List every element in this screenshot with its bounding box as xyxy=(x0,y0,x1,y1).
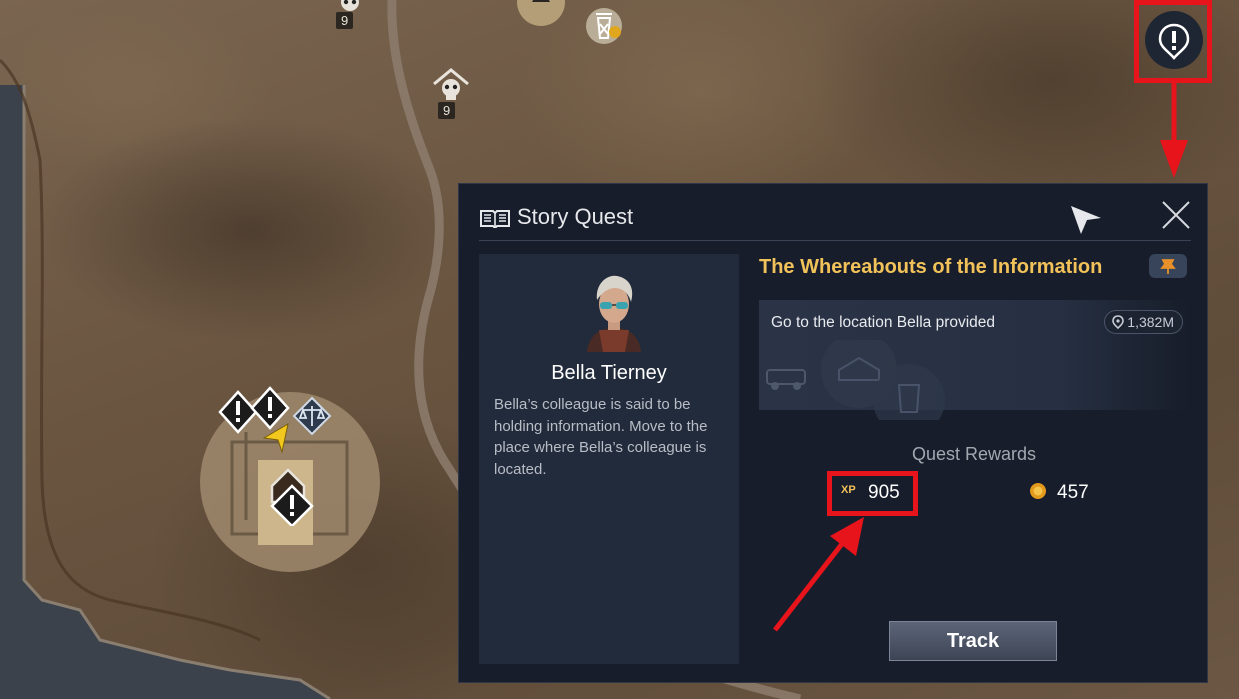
npc-name: Bella Tierney xyxy=(551,362,667,384)
book-icon xyxy=(480,210,510,228)
rewards-title: Quest Rewards xyxy=(911,444,1037,464)
quest-panel: Story Quest Bella Tierney Bella’s collea… xyxy=(458,183,1208,683)
track-button[interactable]: Track xyxy=(889,621,1057,661)
distance-value: 1,382M xyxy=(1127,314,1174,330)
tower-icon xyxy=(517,0,565,26)
watchtower-icon xyxy=(586,8,622,44)
close-button[interactable] xyxy=(1161,200,1191,230)
panel-title: Story Quest xyxy=(517,204,634,229)
distance-badge: 1,382M xyxy=(1104,310,1183,334)
quest-objective: Go to the location Bella provided 1,382M xyxy=(759,300,1189,420)
pin-quest-button[interactable] xyxy=(1149,254,1187,278)
justice-marker[interactable] xyxy=(292,396,332,441)
navigation-arrow-icon[interactable] xyxy=(1069,202,1103,236)
npc-description: Bella’s colleague is said to be holding … xyxy=(494,396,708,478)
annotation-box-alert xyxy=(1134,0,1212,83)
npc-portrait xyxy=(587,275,641,352)
gold-value: 457 xyxy=(1057,482,1089,503)
annotation-box-xp xyxy=(827,471,918,516)
close-icon xyxy=(1162,201,1190,229)
quest-marker-home[interactable] xyxy=(266,464,318,531)
gold-coin-icon xyxy=(1030,483,1046,499)
quest-name: The Whereabouts of the Information xyxy=(759,256,1103,278)
panel-header: Story Quest xyxy=(479,200,1191,241)
home-exclamation-icon xyxy=(270,468,314,528)
marker-level: 9 xyxy=(438,102,456,119)
location-pin-icon xyxy=(1112,315,1125,329)
tower-marker[interactable] xyxy=(514,0,568,31)
pin-icon xyxy=(1160,259,1176,274)
skull-house-icon xyxy=(433,68,469,100)
player-position-arrow xyxy=(262,422,292,459)
scales-icon xyxy=(292,396,332,436)
npc-card: Bella Tierney Bella’s colleague is said … xyxy=(479,254,739,664)
objective-illustration xyxy=(766,340,945,420)
objective-text: Go to the location Bella provided xyxy=(771,314,996,331)
marker-level: 9 xyxy=(336,12,354,29)
player-arrow-icon xyxy=(262,422,289,454)
watchtower-marker[interactable] xyxy=(582,4,626,53)
